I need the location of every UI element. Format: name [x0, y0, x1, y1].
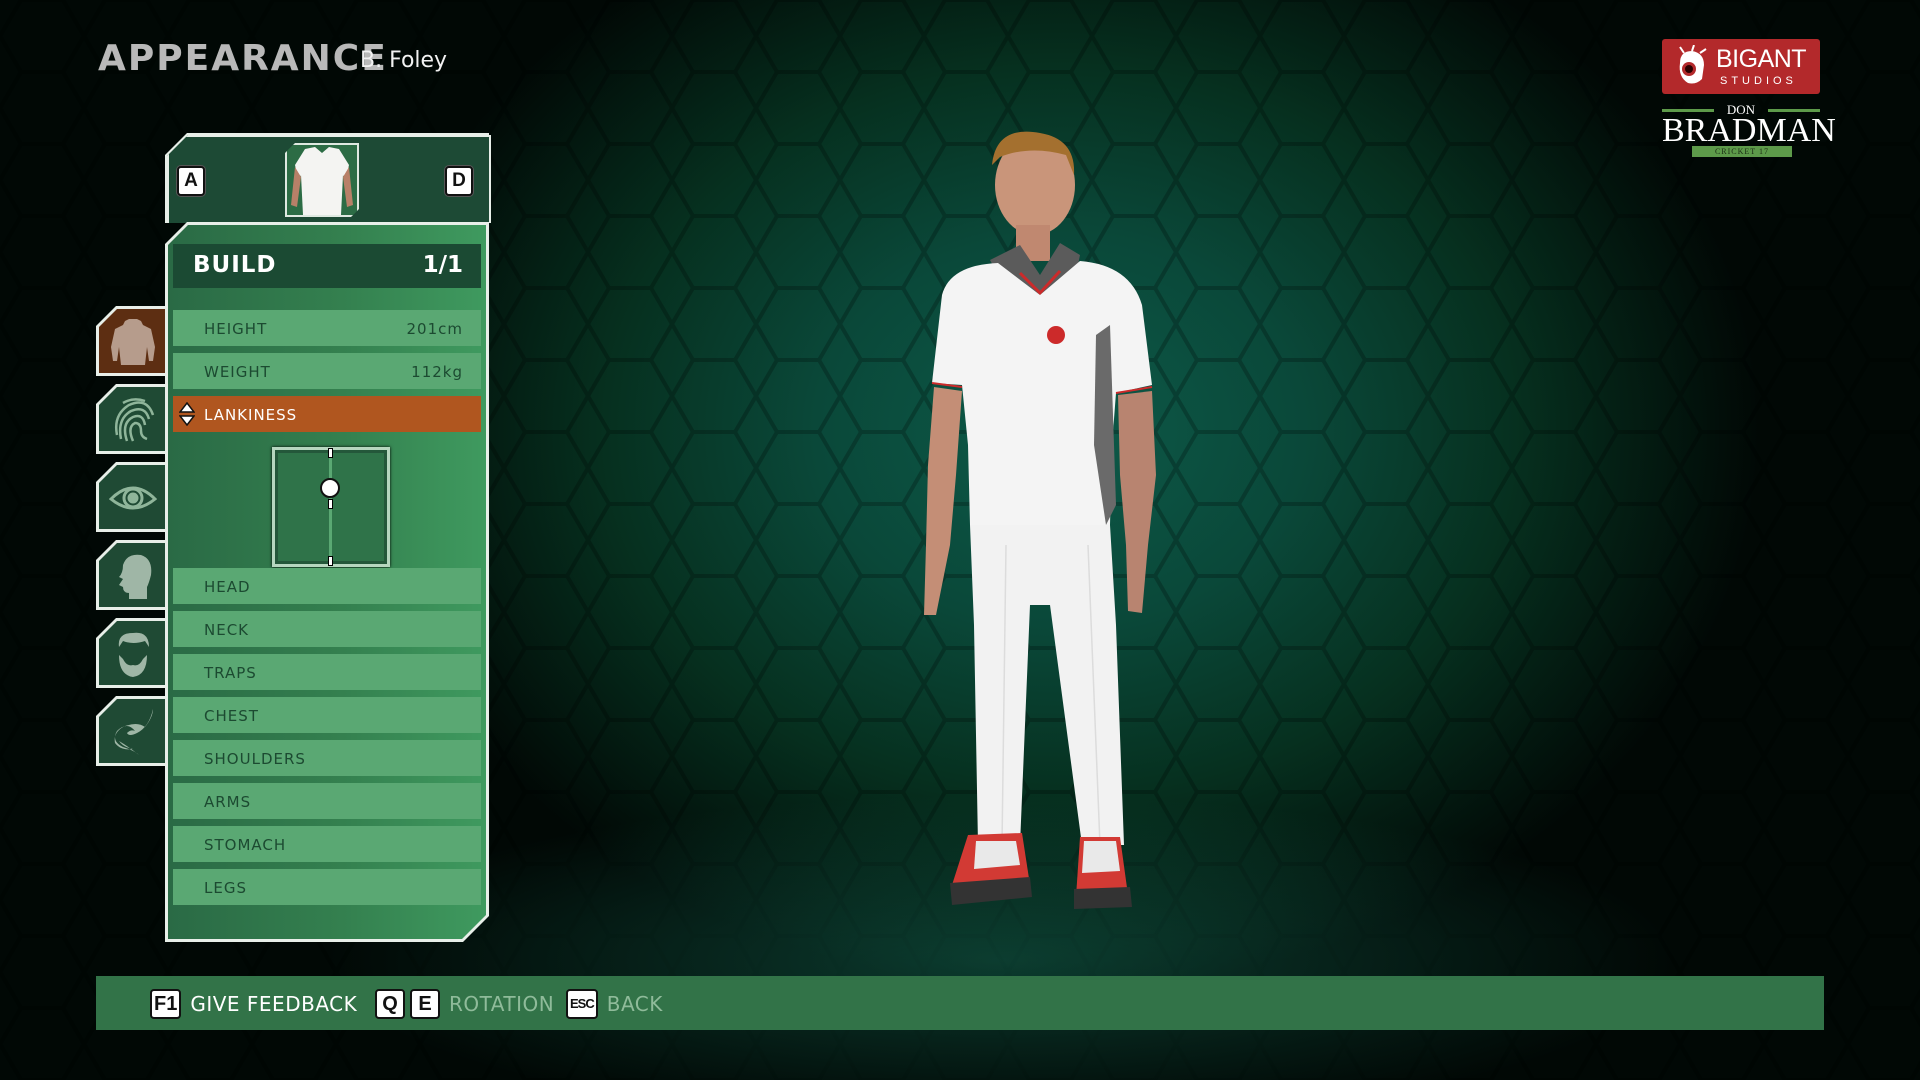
tab-head[interactable]	[99, 543, 165, 607]
studio-name: BIGANT	[1716, 45, 1807, 73]
slider-handle[interactable]	[320, 477, 340, 498]
game-sub: CRICKET 17	[1692, 146, 1792, 157]
game-name: BRADMAN	[1662, 112, 1836, 149]
tribal-swirl-icon	[114, 709, 153, 755]
row-lankiness[interactable]: LANKINESS	[173, 396, 481, 432]
bigant-logo: BIGANT STUDIOS	[1662, 39, 1820, 94]
key-esc: ESC	[566, 989, 598, 1019]
row-arms[interactable]: ARMS	[173, 783, 481, 819]
row-value: 112kg	[411, 363, 463, 381]
row-label: CHEST	[204, 707, 259, 725]
page-title: APPEARANCE	[98, 38, 388, 79]
up-down-arrows-icon	[179, 402, 195, 426]
row-neck[interactable]: NECK	[173, 611, 481, 647]
row-stomach[interactable]: STOMACH	[173, 826, 481, 862]
hint-label: ROTATION	[449, 992, 555, 1016]
row-label: HEIGHT	[204, 320, 268, 338]
shirt-thumbnail[interactable]	[285, 143, 359, 217]
row-chest[interactable]: CHEST	[173, 697, 481, 733]
section-page: 1/1	[422, 252, 463, 278]
row-label: HEAD	[204, 578, 251, 596]
eye-icon	[109, 486, 157, 510]
section-header: BUILD 1/1	[173, 244, 481, 288]
key-q: Q	[375, 989, 405, 1019]
hair-beard-icon	[118, 632, 149, 677]
hint-back[interactable]: ESC BACK	[566, 989, 663, 1019]
tab-skin[interactable]	[99, 387, 165, 451]
player-name: B. Foley	[360, 48, 448, 73]
row-height[interactable]: HEIGHT 201cm	[173, 310, 481, 346]
head-profile-icon	[119, 554, 152, 599]
slider-bottom-tick	[328, 556, 333, 566]
fingerprint-icon	[115, 398, 155, 442]
controls-bar: F1 GIVE FEEDBACK Q E ROTATION ESC BACK	[96, 976, 1824, 1030]
key-e: E	[410, 989, 440, 1019]
tab-body[interactable]	[99, 309, 165, 373]
row-traps[interactable]: TRAPS	[173, 654, 481, 690]
row-weight[interactable]: WEIGHT 112kg	[173, 353, 481, 389]
player-model[interactable]	[880, 125, 1200, 975]
next-category-key[interactable]: D	[445, 166, 473, 196]
lankiness-slider[interactable]	[272, 447, 390, 567]
torso-icon	[111, 319, 155, 365]
bradman-logo: DON BRADMAN CRICKET 17	[1662, 102, 1836, 158]
key-f1: F1	[150, 989, 182, 1019]
tab-hair[interactable]	[99, 621, 165, 685]
row-head[interactable]: HEAD	[173, 568, 481, 604]
row-label: NECK	[204, 621, 250, 639]
row-label: WEIGHT	[204, 363, 271, 381]
row-value: 201cm	[406, 320, 463, 338]
studio-sub: STUDIOS	[1720, 75, 1797, 87]
slider-top-tick	[328, 448, 333, 458]
row-label: LANKINESS	[204, 406, 298, 424]
hint-rotation[interactable]: Q E ROTATION	[375, 989, 555, 1019]
tab-eyes[interactable]	[99, 465, 165, 529]
prev-category-key[interactable]: A	[177, 166, 205, 196]
row-label: STOMACH	[204, 836, 287, 854]
tab-tattoos[interactable]	[99, 699, 165, 763]
slider-center-tick	[328, 499, 333, 509]
row-label: LEGS	[204, 879, 247, 897]
row-shoulders[interactable]: SHOULDERS	[173, 740, 481, 776]
row-label: ARMS	[204, 793, 252, 811]
hint-label: GIVE FEEDBACK	[190, 992, 358, 1016]
shirt-icon	[287, 145, 357, 215]
section-title: BUILD	[193, 252, 277, 278]
bigant-mark-icon	[1679, 45, 1707, 84]
row-label: SHOULDERS	[204, 750, 306, 768]
row-label: TRAPS	[204, 664, 257, 682]
hint-feedback[interactable]: F1 GIVE FEEDBACK	[150, 989, 358, 1019]
row-legs[interactable]: LEGS	[173, 869, 481, 905]
hint-label: BACK	[606, 992, 663, 1016]
